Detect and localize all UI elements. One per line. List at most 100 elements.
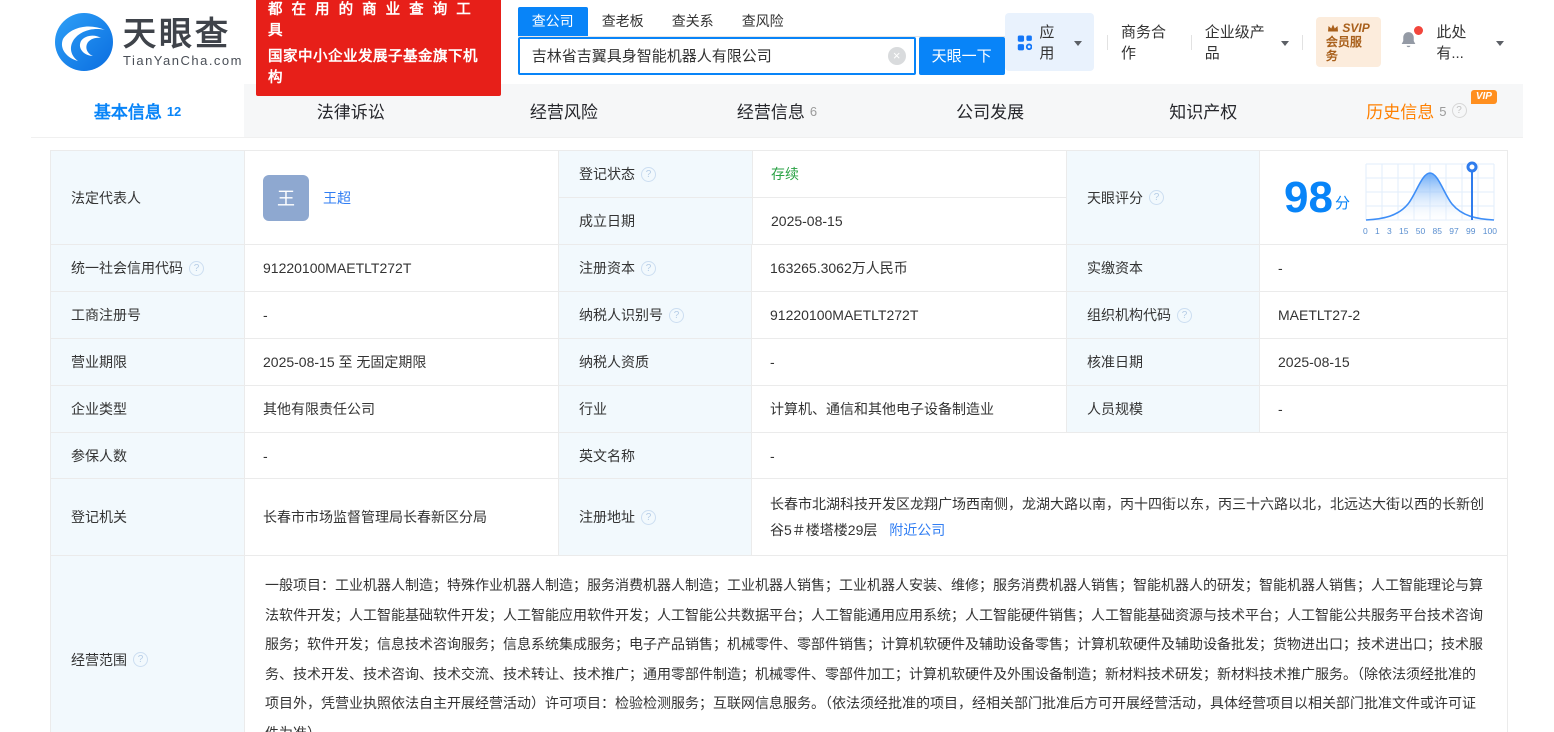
help-icon[interactable]: ? [641,509,656,525]
table-row: 统一社会信用代码 ? 91220100MAETLT272T 注册资本 ? 163… [51,245,1507,292]
tianyancha-logo[interactable]: 天眼查 TianYanCha.com [55,13,243,71]
insured-count-value: - [244,433,558,478]
taxpayer-id-label: 纳税人识别号 ? [558,292,751,338]
reg-authority-value: 长春市市场监督管理局长春新区分局 [244,479,558,555]
basic-info-table: 法定代表人 王 王超 登记状态 ? 存续 成立日期 2025-08-15 天眼评… [50,150,1508,732]
tab-label: 公司发展 [956,103,1025,122]
taxpayer-id-value: 91220100MAETLT272T [751,292,1066,338]
logo-domain: TianYanCha.com [123,52,243,68]
search-row: × 天眼一下 [517,36,1005,75]
tab-history-info[interactable]: VIP 历史信息 5 ? [1310,84,1523,137]
company-type-label: 企业类型 [51,386,244,432]
svip-service-label: 会员服务 [1325,35,1362,63]
business-reg-no-label: 工商注册号 [51,292,244,338]
tab-label: 经营风险 [529,103,598,122]
company-section-tabs: 基本信息 12 法律诉讼 经营风险 经营信息 6 公司发展 知识产权 VIP 历… [31,84,1523,138]
nearby-companies-link[interactable]: 附近公司 [889,522,945,538]
header-nav: 应用 商务合作 企业级产品 SVIP 会员服务 此处有... [1004,13,1505,71]
approval-date-value: 2025-08-15 [1259,339,1507,385]
status-date-group: 登记状态 ? 存续 成立日期 2025-08-15 [558,151,1066,244]
table-row: 法定代表人 王 王超 登记状态 ? 存续 成立日期 2025-08-15 天眼评… [51,151,1507,245]
establish-date-label: 成立日期 [559,198,752,244]
help-icon[interactable]: ? [1451,103,1467,118]
search-button[interactable]: 天眼一下 [918,36,1005,75]
reg-address-value: 长春市北湖科技开发区龙翔广场西南侧，龙湖大路以南，丙十四街以东，丙三十六路以北，… [751,479,1507,555]
help-icon[interactable]: ? [133,652,148,667]
legal-rep-value: 王 王超 [244,151,558,244]
enterprise-label: 企业级产品 [1204,24,1265,62]
establish-date-value: 2025-08-15 [752,198,1066,244]
table-row: 登记状态 ? 存续 [559,151,1066,197]
help-icon[interactable]: ? [189,260,204,276]
score-unit: 分 [1334,194,1350,212]
clear-search-icon[interactable]: × [887,46,906,65]
reg-status-value: 存续 [752,151,1066,197]
search-input[interactable] [517,36,916,75]
insured-count-label: 参保人数 [51,433,244,478]
search-tab-risk[interactable]: 查风险 [728,7,798,36]
nav-business-cooperation[interactable]: 商务合作 [1121,21,1178,63]
business-scope-value: 一般项目：工业机器人制造；特殊作业机器人制造；服务消费机器人制造；工业机器人销售… [244,556,1507,732]
tab-label: 历史信息 [1366,103,1435,122]
page-header: 天眼查 TianYanCha.com 都 在 用 的 商 业 查 询 工 具 国… [0,0,1554,96]
business-term-label: 营业期限 [51,339,244,385]
industry-label: 行业 [558,386,751,432]
tab-basic-info[interactable]: 基本信息 12 [31,84,245,137]
staff-size-label: 人员规模 [1066,386,1259,432]
tab-company-development[interactable]: 公司发展 [884,84,1097,137]
score-distribution-chart: 0 1 3 15 50 85 97 99 100 [1363,160,1497,236]
crown-icon [1328,24,1339,32]
industry-value: 计算机、通信和其他电子设备制造业 [751,386,1066,432]
tab-legal-litigation[interactable]: 法律诉讼 [244,84,457,137]
slogan-line1: 都 在 用 的 商 业 查 询 工 具 [268,1,474,39]
tab-operating-info[interactable]: 经营信息 6 [670,84,883,137]
notification-dot [1414,25,1424,35]
help-icon[interactable]: ? [641,260,656,276]
apps-menu[interactable]: 应用 [1004,13,1094,71]
logo-title: 天眼查 [123,14,231,52]
slogan-line2: 国家中小企业发展子基金旗下机构 [268,48,478,86]
help-icon[interactable]: ? [641,166,656,182]
score-label: 天眼评分 ? [1066,151,1259,244]
staff-size-value: - [1259,386,1507,432]
table-row: 企业类型 其他有限责任公司 行业 计算机、通信和其他电子设备制造业 人员规模 - [51,386,1507,433]
user-label: 此处有... [1436,24,1467,62]
search-tab-relation[interactable]: 查关系 [658,7,728,36]
search-input-wrap: × [517,36,916,75]
credit-code-label: 统一社会信用代码 ? [51,245,244,291]
reg-authority-label: 登记机关 [51,479,244,555]
search-tab-boss[interactable]: 查老板 [588,7,658,36]
search-tab-company[interactable]: 查公司 [517,6,588,36]
tianyancha-logo-icon [55,13,113,71]
avatar: 王 [263,174,309,221]
table-row: 成立日期 2025-08-15 [559,197,1066,244]
help-icon[interactable]: ? [1149,190,1164,205]
reg-status-label: 登记状态 ? [559,151,752,197]
org-code-label: 组织机构代码 ? [1066,292,1259,338]
table-row: 工商注册号 - 纳税人识别号 ? 91220100MAETLT272T 组织机构… [51,292,1507,339]
business-scope-label: 经营范围 ? [51,556,244,732]
company-type-value: 其他有限责任公司 [244,386,558,432]
approval-date-label: 核准日期 [1066,339,1259,385]
reg-address-label: 注册地址 ? [558,479,751,555]
divider [1301,34,1303,50]
help-icon[interactable]: ? [669,307,684,323]
reg-capital-value: 163265.3062万人民币 [751,245,1066,291]
legal-rep-link[interactable]: 王超 [323,188,351,208]
svip-member-badge[interactable]: SVIP 会员服务 [1315,17,1382,67]
business-term-value: 2025-08-15 至 无固定期限 [244,339,558,385]
nav-enterprise-products[interactable]: 企业级产品 [1205,21,1289,63]
table-row: 营业期限 2025-08-15 至 无固定期限 纳税人资质 - 核准日期 202… [51,339,1507,386]
user-account-menu[interactable]: 此处有... [1436,21,1505,63]
tab-intellectual-property[interactable]: 知识产权 [1097,84,1310,137]
apps-grid-icon [1017,34,1033,50]
paid-capital-value: - [1259,245,1507,291]
table-row: 参保人数 - 英文名称 - [51,433,1507,479]
tab-label: 基本信息 [93,103,162,122]
notifications-bell[interactable] [1398,25,1424,56]
help-icon[interactable]: ? [1177,307,1192,323]
tab-operating-risk[interactable]: 经营风险 [457,84,670,137]
logo-text: 天眼查 TianYanCha.com [123,14,243,68]
divider [1107,34,1108,50]
tab-label: 知识产权 [1169,103,1238,122]
